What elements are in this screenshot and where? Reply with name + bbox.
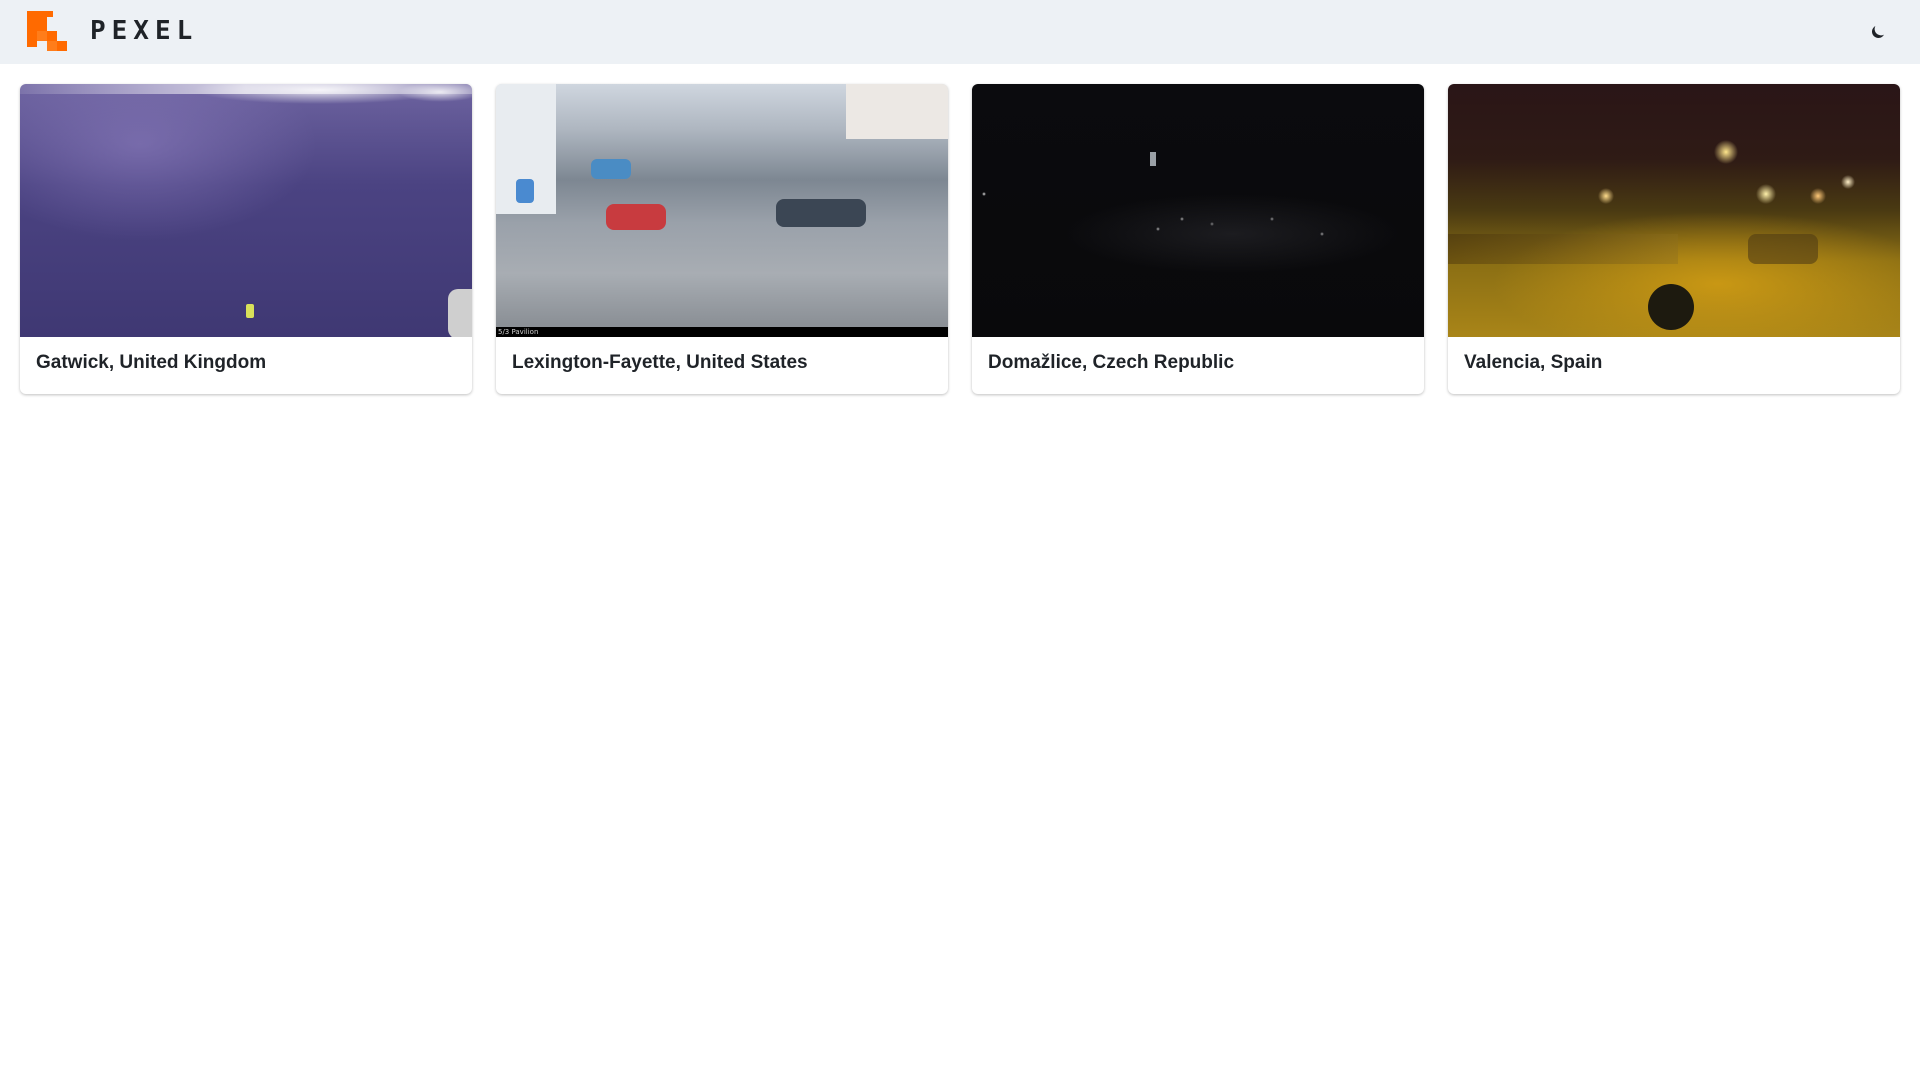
webcam-card[interactable]: 5/3 Pavilion Lexington-Fayette, United S… [496,84,948,394]
pixel-arrow-logo-icon[interactable] [27,11,69,53]
webcam-location-label: Domažlice, Czech Republic [988,352,1235,373]
webcam-location-label: Gatwick, United Kingdom [36,352,267,373]
webcam-grid: Gatwick, United Kingdom 5/3 Pavilion Lex… [20,84,1900,394]
webcam-card[interactable]: Gatwick, United Kingdom [20,84,472,394]
webcam-card[interactable]: Domažlice, Czech Republic [972,84,1424,394]
top-bar: PEXEL [0,0,1920,64]
webcam-location-label: Valencia, Spain [1464,352,1603,373]
camera-caption: 5/3 Pavilion [498,328,539,336]
webcam-location-label: Lexington-Fayette, United States [512,352,808,373]
webcam-card[interactable]: Valencia, Spain [1448,84,1900,394]
brand-name: PEXEL [90,16,199,46]
webcam-thumbnail [1448,84,1900,337]
webcam-thumbnail [20,84,472,337]
moon-icon[interactable] [1866,20,1890,44]
webcam-thumbnail: 5/3 Pavilion [496,84,948,337]
webcam-thumbnail [972,84,1424,337]
